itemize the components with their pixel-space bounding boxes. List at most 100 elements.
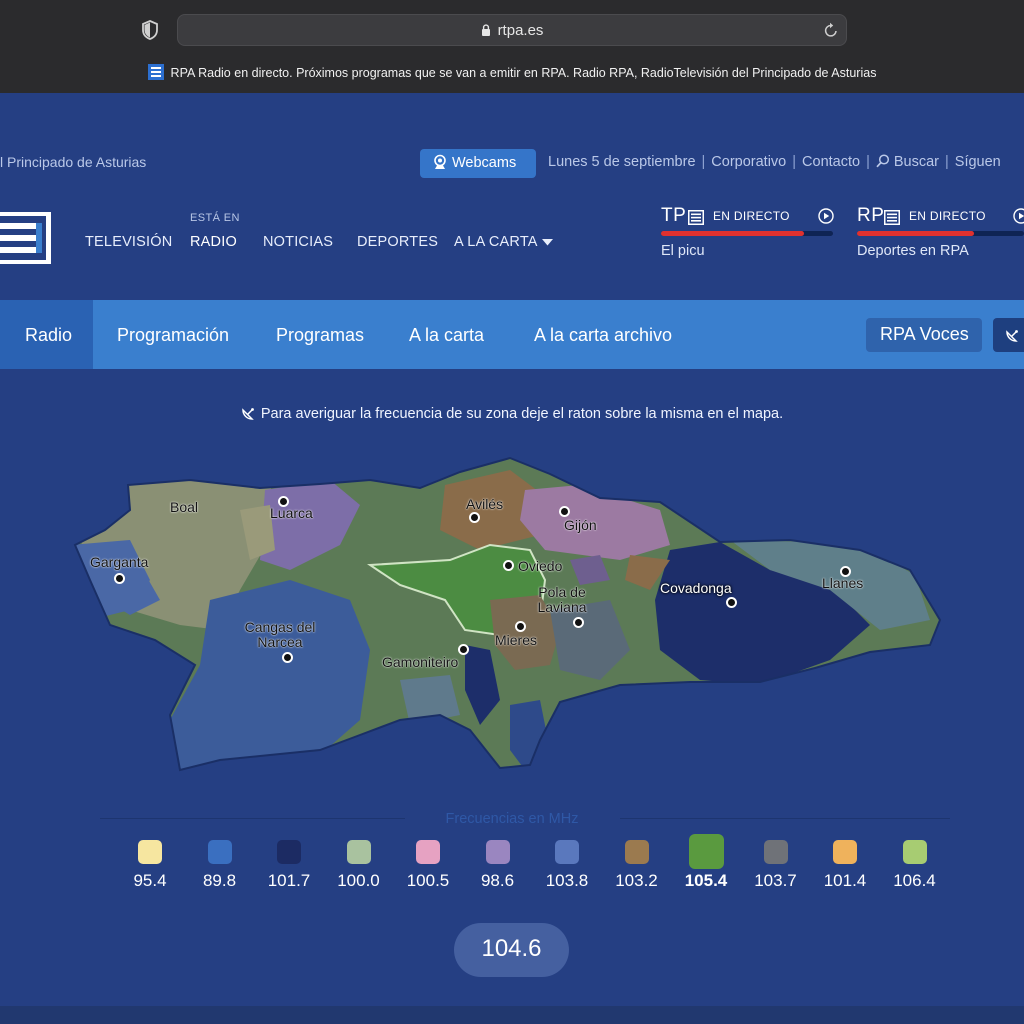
place-pola-de-laviana[interactable]: Pola de Laviana	[522, 585, 602, 615]
place-gijon[interactable]: Gijón	[564, 518, 597, 533]
legend-swatch-103.7[interactable]	[763, 840, 788, 864]
place-dot	[573, 617, 584, 628]
tab-title[interactable]: RPA Radio en directo. Próximos programas…	[0, 64, 1024, 88]
rpa-program[interactable]: Deportes en RPA	[857, 243, 969, 259]
tpa-progress-fill	[661, 231, 804, 236]
place-dot	[282, 652, 293, 663]
rpa-progress-fill	[857, 231, 974, 236]
place-covadonga[interactable]: Covadonga	[660, 581, 732, 596]
place-dot	[726, 597, 737, 608]
url-value: rtpa.es	[497, 22, 544, 39]
legend-swatch-103.8[interactable]	[555, 840, 579, 864]
place-dot	[503, 560, 514, 571]
link-siguenos[interactable]: Síguen	[955, 154, 1001, 170]
live-rpa[interactable]: RP EN DIRECTO Deportes en RPA	[857, 205, 1024, 265]
place-dot	[515, 621, 526, 632]
tab-programacion[interactable]: Programación	[117, 325, 229, 346]
tpa-progress-bar	[661, 231, 833, 236]
esta-en-label: ESTÁ EN	[190, 212, 240, 224]
coverage-map[interactable]: Boal Luarca Garganta Avilés Gijón Oviedo…	[70, 450, 950, 780]
legend-label-105.4: 105.4	[684, 871, 728, 890]
legend-label-98.6: 98.6	[480, 871, 515, 890]
webcams-button[interactable]: Webcams	[420, 149, 536, 178]
tpa-logo-icon	[688, 210, 704, 225]
legend-label-103.7: 103.7	[754, 871, 797, 890]
legend-swatch-95.4[interactable]	[138, 840, 162, 864]
live-tpa[interactable]: TP EN DIRECTO El picu	[661, 205, 836, 265]
tpa-brand: TP	[661, 205, 687, 226]
asturias-map[interactable]	[70, 450, 950, 780]
webcams-label: Webcams	[452, 155, 517, 171]
tpa-program[interactable]: El picu	[661, 243, 705, 259]
place-gamoniteiro[interactable]: Gamoniteiro	[382, 655, 458, 670]
satellite-dish-icon	[1006, 330, 1018, 342]
link-contacto[interactable]: Contacto	[802, 154, 860, 170]
tpa-live-label: EN DIRECTO	[713, 209, 790, 223]
place-mieres[interactable]: Mieres	[495, 633, 537, 648]
place-dot	[559, 506, 570, 517]
tab-radio[interactable]: Radio	[25, 325, 72, 346]
lock-icon	[481, 24, 490, 36]
legend-swatch-100.0[interactable]	[346, 840, 371, 864]
legend-label-89.8: 89.8	[202, 871, 237, 890]
place-cangas-del-narcea[interactable]: Cangas del Narcea	[240, 620, 320, 650]
place-oviedo[interactable]: Oviedo	[518, 559, 562, 574]
place-luarca[interactable]: Luarca	[270, 506, 313, 521]
legend-swatch-100.5[interactable]	[416, 840, 440, 864]
address-bar[interactable]: rtpa.es	[177, 14, 847, 46]
url-text: rtpa.es	[178, 22, 846, 39]
site-tagline: l Principado de Asturias	[0, 154, 147, 170]
legend-label-103.8: 103.8	[545, 871, 589, 890]
legend-label-101.4: 101.4	[823, 871, 867, 890]
current-frequency: 104.6	[454, 923, 569, 977]
play-icon[interactable]	[1013, 208, 1024, 224]
rpa-voces-button[interactable]: RPA Voces	[866, 318, 982, 352]
shield-icon[interactable]	[141, 20, 159, 40]
chevron-down-icon[interactable]	[542, 239, 553, 246]
nav-television[interactable]: TELEVISIÓN	[85, 234, 172, 250]
map-hint-text: Para averiguar la frecuencia de su zona …	[260, 406, 784, 422]
rpa-logo-icon	[884, 210, 900, 225]
legend-label-106.4: 106.4	[893, 871, 936, 890]
legend-swatch-101.7[interactable]	[277, 840, 301, 864]
play-icon[interactable]	[818, 208, 834, 224]
place-dot	[469, 512, 480, 523]
nav-noticias[interactable]: NOTICIAS	[263, 234, 333, 250]
legend-label-100.5: 100.5	[406, 871, 450, 890]
place-aviles[interactable]: Avilés	[466, 497, 503, 512]
tab-a-la-carta-archivo[interactable]: A la carta archivo	[534, 325, 672, 346]
legend-swatch-106.4[interactable]	[902, 840, 927, 864]
place-dot	[114, 573, 125, 584]
search-icon[interactable]	[876, 154, 890, 168]
rpa-brand: RP	[857, 205, 885, 226]
tab-title-text: RPA Radio en directo. Próximos programas…	[170, 66, 877, 80]
legend-swatch-105.4[interactable]	[688, 834, 724, 869]
bottom-band	[0, 1006, 1024, 1024]
rtpa-logo[interactable]	[0, 212, 51, 264]
map-hint: Para averiguar la frecuencia de su zona …	[0, 405, 1024, 422]
tab-a-la-carta[interactable]: A la carta	[409, 325, 484, 346]
date-text: Lunes 5 de septiembre	[548, 154, 696, 170]
legend-label-95.4: 95.4	[133, 871, 167, 890]
link-corporativo[interactable]: Corporativo	[711, 154, 786, 170]
reload-icon[interactable]	[823, 21, 839, 39]
rpa-live-label: EN DIRECTO	[909, 209, 986, 223]
link-buscar[interactable]: Buscar	[894, 154, 939, 170]
rtpa-favicon-icon	[147, 64, 164, 80]
place-garganta[interactable]: Garganta	[90, 555, 148, 570]
legend-swatch-103.2[interactable]	[624, 840, 649, 864]
satellite-button[interactable]	[993, 318, 1024, 352]
legend-label-103.2: 103.2	[615, 871, 658, 890]
place-dot	[458, 644, 469, 655]
nav-a-la-carta[interactable]: A LA CARTA	[454, 234, 538, 250]
legend-swatch-89.8[interactable]	[207, 840, 232, 864]
place-llanes[interactable]: Llanes	[822, 576, 863, 591]
legend-swatch-98.6[interactable]	[485, 840, 510, 864]
tab-programas[interactable]: Programas	[276, 325, 364, 346]
nav-radio[interactable]: RADIO	[190, 234, 237, 250]
nav-deportes[interactable]: DEPORTES	[357, 234, 438, 250]
legend-swatch-101.4[interactable]	[833, 840, 857, 864]
legend-label-101.7: 101.7	[267, 871, 311, 890]
legend-label-100.0: 100.0	[337, 871, 380, 890]
place-boal[interactable]: Boal	[170, 500, 198, 515]
